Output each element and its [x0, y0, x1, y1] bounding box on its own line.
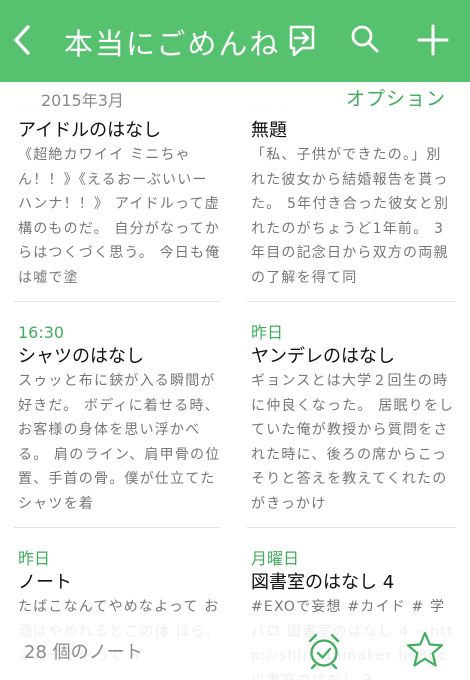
note-date: 昨日: [251, 323, 284, 342]
star-icon: [406, 631, 444, 667]
share-icon: [289, 25, 315, 57]
app-window: 本当にごめんね 22 16:3 2015年3月 オプション アイド: [0, 0, 470, 680]
back-button[interactable]: [8, 22, 38, 58]
note-title: アイドルのはなし: [18, 120, 162, 141]
divider: [14, 527, 220, 528]
note-title: ノート: [18, 572, 72, 593]
note-card[interactable]: 16:30 シャツのはなし スゥッと布に鋏が入る瞬間が好きだ。 ボディに着せる時…: [18, 322, 223, 519]
search-icon: [351, 25, 379, 53]
note-snippet: スゥッと布に鋏が入る瞬間が好きだ。 ボディに着せる時、お客様の身体を思い浮かべる…: [18, 373, 221, 512]
divider: [14, 301, 220, 302]
divider: [247, 301, 456, 302]
note-title: 図書室のはなし 4: [251, 572, 395, 593]
note-date: 16:30: [18, 323, 65, 342]
note-title: 無題: [251, 120, 287, 141]
note-card[interactable]: アイドルのはなし 《超絶カワイイ ミニちゃん！！》《えるおーぶいいー ハンナ！！…: [18, 118, 223, 293]
note-title: ヤンデレのはなし: [251, 346, 395, 367]
share-button[interactable]: [282, 20, 322, 60]
note-card[interactable]: 昨日 ヤンデレのはなし ギョンスとは大学２回生の時に仲良くなった。 居眠りをして…: [251, 322, 456, 519]
page-title: 本当にごめんね: [64, 27, 281, 61]
note-snippet: 「私、子供ができたの。」別れた彼女から結婚報告を貰った。 5年付き合った彼女と別…: [251, 147, 450, 286]
add-note-button[interactable]: [413, 20, 453, 60]
search-button[interactable]: [346, 20, 386, 60]
note-snippet: 《超絶カワイイ ミニちゃん！！》《えるおーぶいいー ハンナ！！》 アイドルって虚…: [18, 147, 221, 286]
note-card[interactable]: 無題 「私、子供ができたの。」別れた彼女から結婚報告を貰った。 5年付き合った彼…: [251, 118, 456, 293]
alarm-clock-icon: [308, 633, 340, 670]
chevron-left-icon: [14, 25, 30, 55]
header-bar: 本当にごめんね: [0, 0, 470, 82]
note-count: 28 個のノート: [24, 642, 143, 663]
shortcut-button[interactable]: [405, 630, 445, 670]
note-date: 月曜日: [251, 549, 300, 568]
footer-bar: 28 個のノート: [0, 622, 470, 680]
month-label: 2015年3月: [41, 91, 124, 110]
note-snippet: ギョンスとは大学２回生の時に仲良くなった。 居眠りをしていた俺が教授から質問をさ…: [251, 373, 455, 512]
plus-icon: [417, 24, 449, 56]
options-button[interactable]: オプション: [346, 84, 446, 111]
month-bar: 2015年3月 オプション: [0, 82, 470, 112]
note-title: シャツのはなし: [18, 346, 144, 367]
divider: [247, 527, 456, 528]
reminder-button[interactable]: [306, 632, 342, 670]
note-date: 昨日: [18, 549, 51, 568]
